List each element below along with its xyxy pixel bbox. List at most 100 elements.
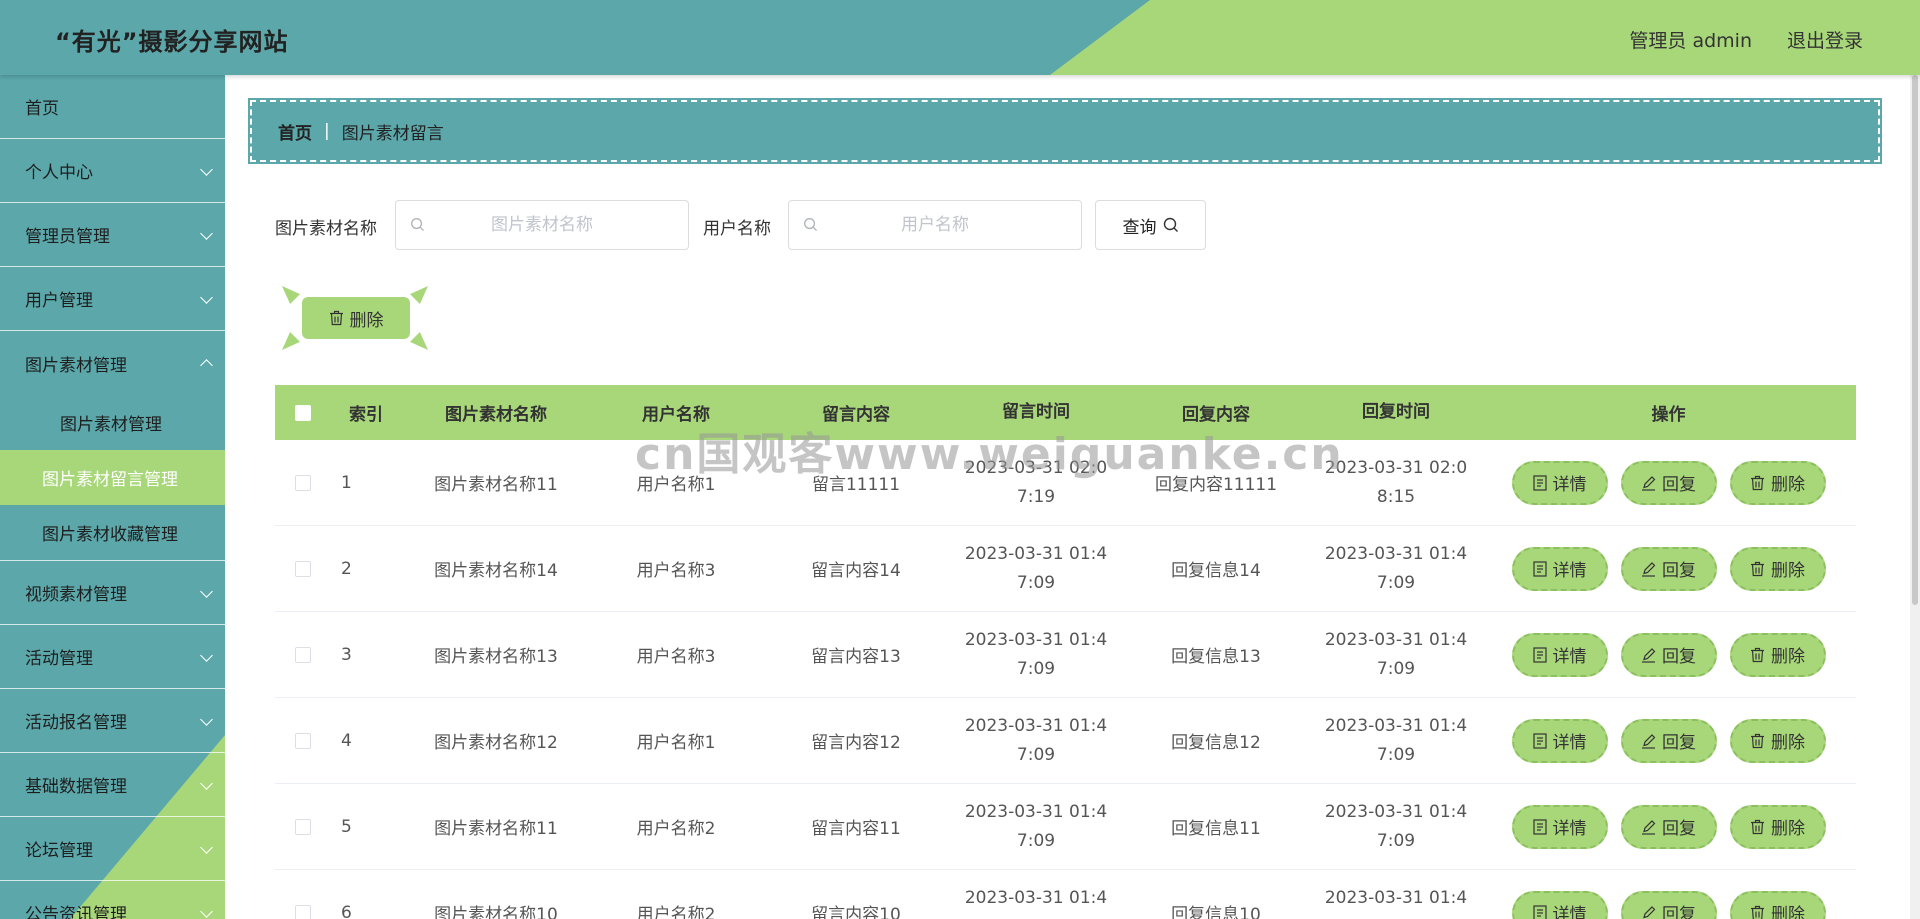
header-comment-time: 留言时间 (1002, 402, 1070, 422)
cell-row-index: 3 (341, 644, 352, 665)
edit-icon (1642, 733, 1656, 749)
sidebar-subitem-image-material[interactable]: 图片素材管理 (0, 395, 225, 450)
comment-table: 索引 图片素材名称 用户名称 留言内容 留言时间 回复内容 回复时间 操作 1 图… (275, 385, 1856, 919)
breadcrumb-home[interactable]: 首页 (278, 119, 312, 144)
detail-button[interactable]: 详情 (1511, 718, 1608, 763)
table-row: 6 图片素材名称10 用户名称2 留言内容10 2023-03-31 01:47:0 回复… (275, 870, 1856, 919)
row-select-cell (275, 904, 331, 919)
row-checkbox[interactable] (295, 474, 311, 491)
cell-comment-content: 留言内容14 (811, 561, 901, 581)
cell-reply-time: 2023-03-31 01:47:09 (1324, 629, 1468, 679)
cell-material-name: 图片素材名称10 (434, 905, 558, 919)
detail-button[interactable]: 详情 (1511, 804, 1608, 849)
user-name-search-box[interactable] (788, 200, 1082, 250)
select-all-checkbox[interactable] (295, 404, 311, 421)
detail-button-label: 详情 (1552, 733, 1587, 753)
sidebar-item-image-material-management[interactable]: 图片素材管理 (0, 331, 225, 395)
material-name-search-box[interactable] (395, 200, 689, 250)
scrollbar-thumb[interactable] (1912, 75, 1918, 605)
document-icon (1532, 646, 1547, 663)
trash-icon (1751, 475, 1764, 490)
sidebar-item-forum-management[interactable]: 论坛管理 (0, 817, 225, 881)
cell-user-name: 用户名称2 (636, 905, 716, 919)
delete-button[interactable]: 删除 (1729, 718, 1826, 763)
sidebar-item-personal-center[interactable]: 个人中心 (0, 139, 225, 203)
reply-button-label: 回复 (1662, 475, 1696, 495)
user-name-input[interactable] (789, 201, 1081, 249)
chevron-down-icon (200, 291, 213, 304)
detail-button[interactable]: 详情 (1511, 460, 1608, 505)
sidebar-item-announcement-management[interactable]: 公告资讯管理 (0, 881, 225, 919)
row-actions: 详情 回复 删除 (1481, 460, 1856, 505)
cell-row-index: 2 (341, 558, 352, 579)
table-row: 2 图片素材名称14 用户名称3 留言内容14 2023-03-31 01:47:09 回… (275, 526, 1856, 612)
sidebar-subitem-label: 图片素材管理 (60, 415, 162, 435)
reply-button[interactable]: 回复 (1620, 460, 1717, 505)
sidebar-item-label: 活动报名管理 (25, 713, 127, 733)
sidebar-item-activity-signup-management[interactable]: 活动报名管理 (0, 689, 225, 753)
delete-button[interactable]: 删除 (1729, 890, 1826, 919)
sidebar-item-home[interactable]: 首页 (0, 75, 225, 139)
sidebar-item-label: 图片素材管理 (25, 355, 127, 376)
reply-button[interactable]: 回复 (1620, 546, 1717, 591)
query-button[interactable]: 查询 (1095, 200, 1206, 250)
cell-row-index: 6 (341, 902, 352, 919)
sidebar-subitem-image-comment[interactable]: 图片素材留言管理 (0, 450, 225, 505)
row-actions: 详情 回复 删除 (1481, 546, 1856, 591)
cell-reply-content: 回复信息11 (1171, 819, 1261, 839)
admin-user-label: 管理员 admin (1629, 30, 1752, 52)
delete-button[interactable]: 删除 (1729, 804, 1826, 849)
logout-button[interactable]: 退出登录 (1787, 26, 1863, 53)
header-material-name: 图片素材名称 (445, 405, 547, 425)
search-icon (411, 218, 425, 232)
sidebar-subitem-image-favorite[interactable]: 图片素材收藏管理 (0, 505, 225, 560)
sidebar: 首页 个人中心 管理员管理 用户管理 图片素材管理 图片素材管理 图片素材留言管… (0, 75, 225, 919)
detail-button[interactable]: 详情 (1511, 890, 1608, 919)
row-checkbox[interactable] (295, 646, 311, 663)
material-name-input[interactable] (396, 201, 688, 249)
batch-delete-wrapper: 删除 (282, 286, 428, 350)
sidebar-item-admin-management[interactable]: 管理员管理 (0, 203, 225, 267)
row-checkbox[interactable] (295, 818, 311, 835)
batch-delete-label: 删除 (349, 310, 384, 331)
row-select-cell (275, 646, 331, 663)
delete-button[interactable]: 删除 (1729, 460, 1826, 505)
cell-row-index: 4 (341, 730, 352, 751)
site-title: “有光”摄影分享网站 (55, 28, 289, 56)
reply-button[interactable]: 回复 (1620, 890, 1717, 919)
row-checkbox[interactable] (295, 904, 311, 919)
page-scrollbar[interactable] (1910, 75, 1920, 919)
document-icon (1532, 560, 1547, 577)
breadcrumb-separator: | (324, 121, 330, 141)
cell-reply-time: 2023-03-31 01:47:0 (1324, 887, 1468, 919)
document-icon (1532, 732, 1547, 749)
edit-icon (1642, 647, 1656, 663)
detail-button-label: 详情 (1552, 905, 1587, 919)
table-body: 1 图片素材名称11 用户名称1 留言11111 2023-03-31 02:07:19… (275, 440, 1856, 919)
batch-delete-button[interactable]: 删除 (302, 297, 410, 339)
reply-button[interactable]: 回复 (1620, 718, 1717, 763)
chevron-down-icon (200, 163, 213, 176)
delete-button-label: 删除 (1771, 905, 1805, 919)
table-row: 3 图片素材名称13 用户名称3 留言内容13 2023-03-31 01:47:09 回… (275, 612, 1856, 698)
sidebar-item-user-management[interactable]: 用户管理 (0, 267, 225, 331)
sidebar-item-basic-data-management[interactable]: 基础数据管理 (0, 753, 225, 817)
cell-comment-content: 留言11111 (811, 475, 901, 495)
reply-button[interactable]: 回复 (1620, 804, 1717, 849)
detail-button[interactable]: 详情 (1511, 546, 1608, 591)
cell-comment-time: 2023-03-31 01:47:09 (964, 715, 1108, 765)
cell-comment-time: 2023-03-31 01:47:09 (964, 543, 1108, 593)
decor-corner (282, 332, 300, 350)
sidebar-subitem-label: 图片素材收藏管理 (42, 525, 178, 545)
reply-button[interactable]: 回复 (1620, 632, 1717, 677)
delete-button[interactable]: 删除 (1729, 546, 1826, 591)
row-checkbox[interactable] (295, 732, 311, 749)
table-row: 5 图片素材名称11 用户名称2 留言内容11 2023-03-31 01:47:09 回… (275, 784, 1856, 870)
detail-button[interactable]: 详情 (1511, 632, 1608, 677)
sidebar-item-video-material-management[interactable]: 视频素材管理 (0, 561, 225, 625)
sidebar-item-activity-management[interactable]: 活动管理 (0, 625, 225, 689)
cell-comment-time: 2023-03-31 01:47:0 (964, 887, 1108, 919)
delete-button[interactable]: 删除 (1729, 632, 1826, 677)
delete-button-label: 删除 (1771, 475, 1805, 495)
row-checkbox[interactable] (295, 560, 311, 577)
